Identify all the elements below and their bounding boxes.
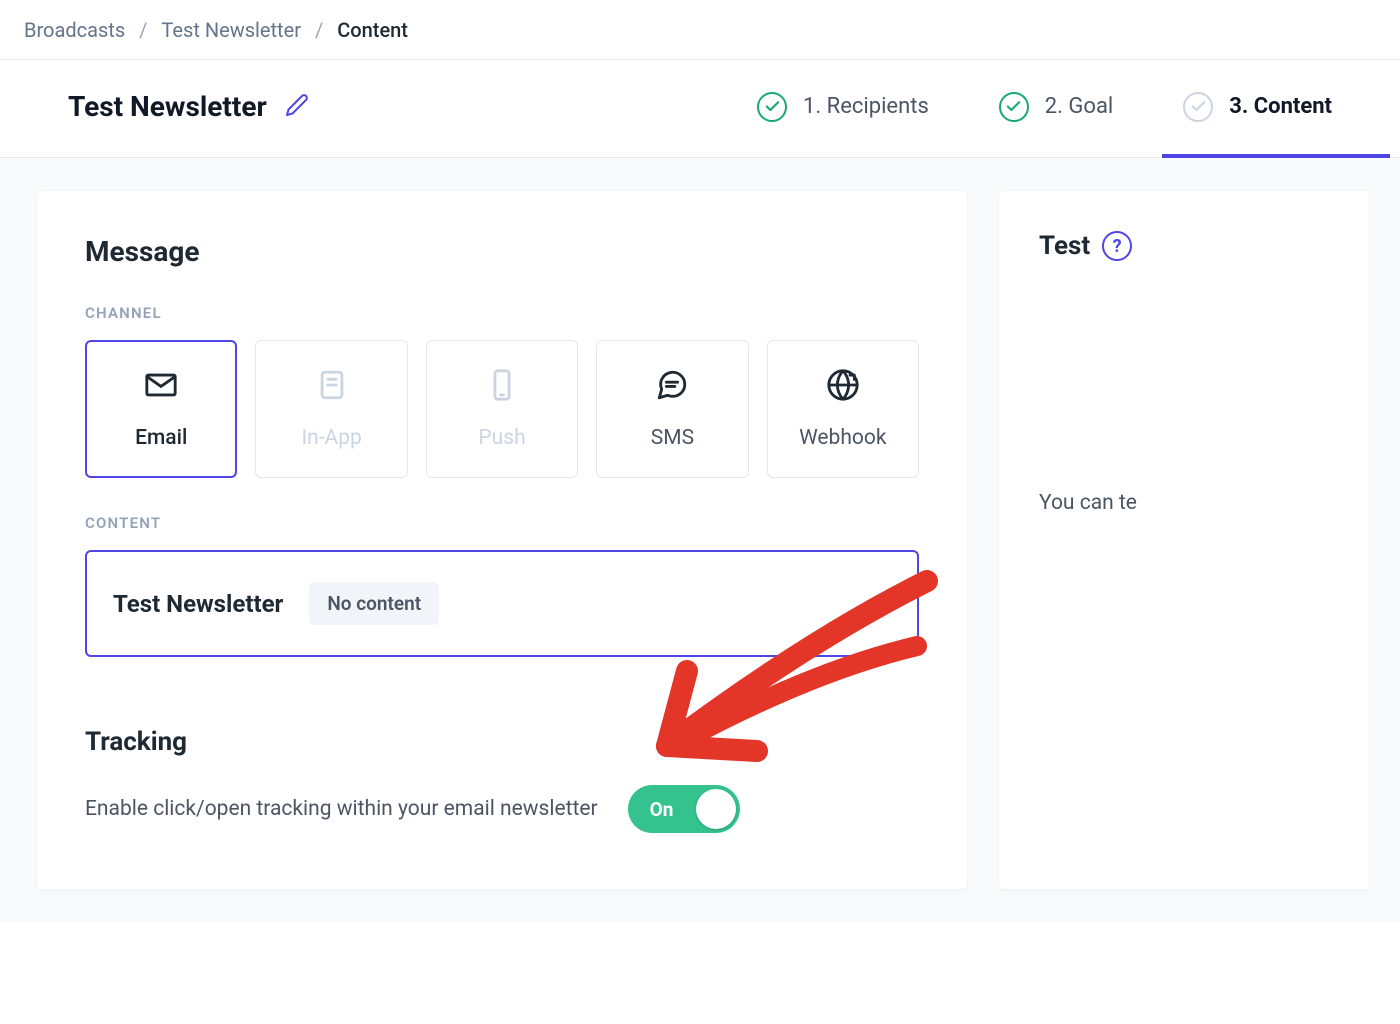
page-title: Test Newsletter [68, 90, 267, 123]
step-goal[interactable]: 2. Goal [999, 92, 1113, 122]
page-header: Test Newsletter 1. Recipients 2. Goal 3.… [0, 60, 1400, 158]
content-name: Test Newsletter [113, 590, 283, 618]
step-recipients[interactable]: 1. Recipients [757, 92, 929, 122]
channel-email[interactable]: Email [85, 340, 237, 478]
channel-inapp[interactable]: In-App [255, 340, 407, 478]
toggle-knob [696, 789, 736, 829]
channel-push[interactable]: Push [426, 340, 578, 478]
email-icon [144, 368, 178, 408]
check-icon [757, 92, 787, 122]
edit-icon[interactable] [285, 93, 309, 121]
breadcrumb: Broadcasts / Test Newsletter / Content [0, 0, 1400, 60]
content-label: CONTENT [85, 514, 919, 532]
section-title-message: Message [85, 235, 919, 268]
channel-webhook[interactable]: Webhook [767, 340, 919, 478]
main-area: Message CHANNEL Email In-App Push [0, 158, 1400, 922]
channel-label-text: Webhook [799, 426, 886, 450]
channel-label-text: Push [478, 426, 525, 450]
breadcrumb-broadcasts[interactable]: Broadcasts [24, 18, 125, 42]
step-label: 1. Recipients [803, 94, 929, 119]
wizard-steps: 1. Recipients 2. Goal 3. Content [757, 92, 1332, 122]
inapp-icon [315, 368, 349, 408]
step-content[interactable]: 3. Content [1183, 92, 1332, 122]
check-icon [999, 92, 1029, 122]
channel-label-text: SMS [651, 426, 694, 450]
channel-label-text: Email [135, 426, 187, 450]
check-icon [1183, 92, 1213, 122]
message-card: Message CHANNEL Email In-App Push [36, 190, 968, 890]
webhook-icon [826, 368, 860, 408]
channel-selector: Email In-App Push SMS [85, 340, 919, 478]
test-card: Test ? You can te [998, 190, 1368, 890]
toggle-label: On [650, 798, 674, 821]
channel-label: CHANNEL [85, 304, 919, 322]
content-row[interactable]: Test Newsletter No content [85, 550, 919, 657]
step-label: 2. Goal [1045, 94, 1113, 119]
side-title-test: Test [1039, 231, 1090, 261]
breadcrumb-separator: / [315, 18, 323, 42]
side-text: You can te [1039, 491, 1328, 515]
channel-label-text: In-App [301, 426, 361, 450]
help-icon[interactable]: ? [1102, 231, 1132, 261]
push-icon [485, 368, 519, 408]
breadcrumb-parent[interactable]: Test Newsletter [161, 18, 301, 42]
step-label: 3. Content [1229, 94, 1332, 119]
tracking-description: Enable click/open tracking within your e… [85, 797, 598, 821]
channel-sms[interactable]: SMS [596, 340, 748, 478]
status-badge: No content [309, 582, 439, 625]
breadcrumb-separator: / [139, 18, 147, 42]
breadcrumb-current: Content [337, 18, 408, 42]
tracking-toggle[interactable]: On [628, 785, 740, 833]
section-title-tracking: Tracking [85, 727, 919, 757]
sms-icon [655, 368, 689, 408]
